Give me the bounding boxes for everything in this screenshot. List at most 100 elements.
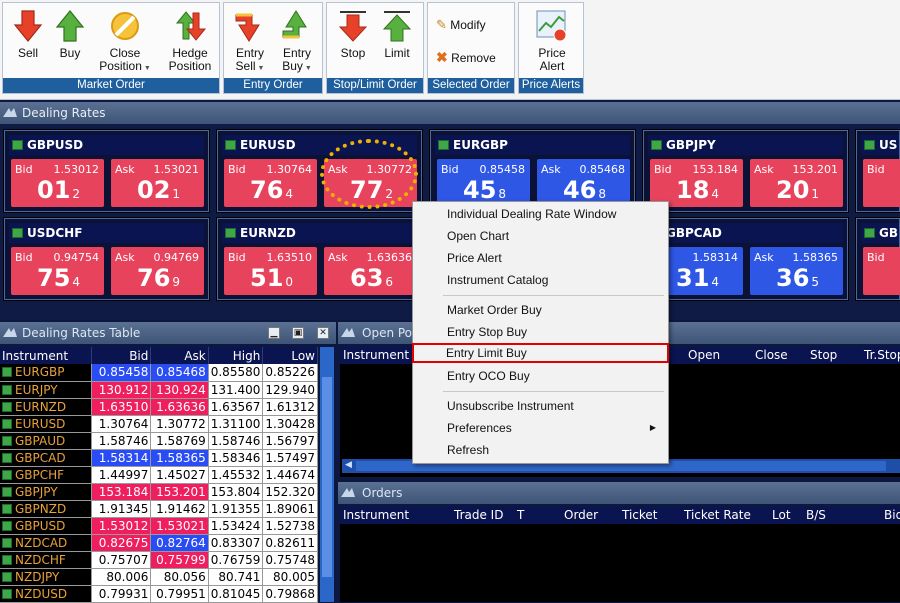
table-row[interactable]: EURUSD 1.30764 1.30772 1.31100 1.30428 bbox=[0, 415, 318, 433]
cell-low[interactable]: 1.52738 bbox=[262, 517, 318, 535]
col-low[interactable]: Low bbox=[262, 347, 318, 364]
checkbox-icon[interactable] bbox=[2, 452, 12, 463]
cell-low[interactable]: 1.57497 bbox=[262, 449, 318, 467]
col-instrument[interactable]: Instrument bbox=[0, 347, 93, 364]
cell-instrument[interactable]: EURGBP bbox=[0, 364, 93, 382]
rate-tile-gbpusd[interactable]: GBPUSD Bid 1.53012 01 2 Ask 1.53021 02 1 bbox=[3, 129, 210, 213]
checkbox-icon[interactable] bbox=[2, 384, 12, 395]
menu-item-open-chart[interactable]: Open Chart bbox=[415, 226, 666, 246]
cell-ask[interactable]: 1.63636 bbox=[150, 398, 209, 416]
cell-high[interactable]: 0.85580 bbox=[208, 364, 264, 382]
cell-high[interactable]: 131.400 bbox=[208, 381, 264, 399]
checkbox-icon[interactable] bbox=[2, 571, 12, 582]
cell-high[interactable]: 153.804 bbox=[208, 483, 264, 501]
bid-quote-button[interactable]: Bid 153.184 18 4 bbox=[650, 159, 743, 207]
rates-table-scrollbar[interactable] bbox=[320, 347, 334, 602]
rate-tile-usdchf[interactable]: USDCHF Bid 0.94754 75 4 Ask 0.94769 76 9 bbox=[3, 217, 210, 301]
entry-sell-button[interactable]: Entry Sell ▼ bbox=[230, 9, 270, 75]
bid-quote-button[interactable]: Bid bbox=[863, 159, 900, 207]
cell-low[interactable]: 1.56797 bbox=[262, 432, 318, 450]
ask-quote-button[interactable]: Ask 0.85468 46 8 bbox=[537, 159, 630, 207]
rate-tile-partial-right-2[interactable]: GB Bid bbox=[855, 217, 900, 301]
cell-ask[interactable]: 1.45027 bbox=[150, 466, 209, 484]
menu-item-individual-window[interactable]: Individual Dealing Rate Window bbox=[415, 204, 666, 224]
ask-quote-button[interactable]: Ask 1.63636 63 6 bbox=[324, 247, 417, 295]
col-bid[interactable]: Bid bbox=[91, 347, 152, 364]
menu-item-entry-oco-buy[interactable]: Entry OCO Buy bbox=[415, 366, 666, 386]
cell-bid[interactable]: 1.44997 bbox=[91, 466, 152, 484]
cell-high[interactable]: 80.741 bbox=[208, 568, 264, 586]
cell-bid[interactable]: 1.58314 bbox=[91, 449, 152, 467]
ask-quote-button[interactable]: Ask 153.201 20 1 bbox=[750, 159, 843, 207]
col-close[interactable]: Close bbox=[755, 347, 788, 364]
cell-high[interactable]: 1.91355 bbox=[208, 500, 264, 518]
col-ticket-rate[interactable]: Ticket Rate bbox=[684, 507, 751, 524]
cell-instrument[interactable]: GBPCHF bbox=[0, 466, 93, 484]
entry-buy-button[interactable]: Entry Buy ▼ bbox=[276, 9, 318, 75]
cell-ask[interactable]: 1.30772 bbox=[150, 415, 209, 433]
col-instrument[interactable]: Instrument bbox=[343, 347, 409, 364]
col-bs[interactable]: B/S bbox=[806, 507, 826, 524]
scroll-left-icon[interactable]: ◀ bbox=[345, 460, 352, 470]
cell-ask[interactable]: 0.82764 bbox=[150, 534, 209, 552]
cell-ask[interactable]: 0.79951 bbox=[150, 585, 209, 603]
ask-quote-button[interactable]: Ask 1.53021 02 1 bbox=[111, 159, 204, 207]
col-high[interactable]: High bbox=[208, 347, 264, 364]
bid-quote-button[interactable]: Bid 0.94754 75 4 bbox=[11, 247, 104, 295]
cell-bid[interactable]: 0.75707 bbox=[91, 551, 152, 569]
cell-high[interactable]: 1.63567 bbox=[208, 398, 264, 416]
table-row[interactable]: NZDUSD 0.79931 0.79951 0.81045 0.79868 bbox=[0, 585, 318, 603]
cell-low[interactable]: 152.320 bbox=[262, 483, 318, 501]
cell-low[interactable]: 1.30428 bbox=[262, 415, 318, 433]
bid-quote-button[interactable]: Bid 0.85458 45 8 bbox=[437, 159, 530, 207]
cell-instrument[interactable]: GBPJPY bbox=[0, 483, 93, 501]
table-row[interactable]: EURGBP 0.85458 0.85468 0.85580 0.85226 bbox=[0, 364, 318, 382]
cell-bid[interactable]: 1.53012 bbox=[91, 517, 152, 535]
buy-button[interactable]: Buy bbox=[53, 9, 87, 60]
cell-high[interactable]: 0.83307 bbox=[208, 534, 264, 552]
table-row[interactable]: NZDCAD 0.82675 0.82764 0.83307 0.82611 bbox=[0, 534, 318, 552]
cell-ask[interactable]: 1.91462 bbox=[150, 500, 209, 518]
menu-item-preferences[interactable]: Preferences ▶ bbox=[415, 418, 666, 438]
cell-low[interactable]: 1.61312 bbox=[262, 398, 318, 416]
minimize-icon[interactable]: ▁ bbox=[268, 327, 280, 339]
modify-button[interactable]: ✎ Modify bbox=[436, 17, 486, 33]
cell-bid[interactable]: 1.58746 bbox=[91, 432, 152, 450]
price-alert-button[interactable]: Price Alert bbox=[529, 9, 575, 73]
col-type[interactable]: T bbox=[517, 507, 524, 524]
col-trade-id[interactable]: Trade ID bbox=[454, 507, 503, 524]
checkbox-icon[interactable] bbox=[2, 367, 12, 378]
cell-bid[interactable]: 0.82675 bbox=[91, 534, 152, 552]
checkbox-icon[interactable] bbox=[2, 503, 12, 514]
menu-item-unsubscribe[interactable]: Unsubscribe Instrument bbox=[415, 396, 666, 416]
table-row[interactable]: GBPUSD 1.53012 1.53021 1.53424 1.52738 bbox=[0, 517, 318, 535]
menu-item-refresh[interactable]: Refresh bbox=[415, 440, 666, 460]
cell-ask[interactable]: 0.75799 bbox=[150, 551, 209, 569]
col-lot[interactable]: Lot bbox=[772, 507, 791, 524]
table-row[interactable]: EURJPY 130.912 130.924 131.400 129.940 bbox=[0, 381, 318, 399]
cell-instrument[interactable]: NZDCHF bbox=[0, 551, 93, 569]
cell-instrument[interactable]: GBPCAD bbox=[0, 449, 93, 467]
close-position-button[interactable]: Close Position ▼ bbox=[95, 9, 155, 75]
menu-item-price-alert[interactable]: Price Alert bbox=[415, 248, 666, 268]
bid-quote-button[interactable]: Bid 1.53012 01 2 bbox=[11, 159, 104, 207]
hedge-position-button[interactable]: Hedge Position bbox=[161, 9, 219, 73]
cell-instrument[interactable]: EURUSD bbox=[0, 415, 93, 433]
cell-ask[interactable]: 1.53021 bbox=[150, 517, 209, 535]
checkbox-icon[interactable] bbox=[2, 588, 12, 599]
cell-instrument[interactable]: NZDCAD bbox=[0, 534, 93, 552]
cell-bid[interactable]: 0.79931 bbox=[91, 585, 152, 603]
limit-button[interactable]: Limit bbox=[379, 9, 415, 60]
cell-bid[interactable]: 1.91345 bbox=[91, 500, 152, 518]
bid-quote-button[interactable]: Bid 1.30764 76 4 bbox=[224, 159, 317, 207]
cell-high[interactable]: 1.58746 bbox=[208, 432, 264, 450]
cell-bid[interactable]: 80.006 bbox=[91, 568, 152, 586]
rate-tile-gbpcad[interactable]: GBPCAD 1.58314 31 4 Ask 1.58365 36 5 bbox=[642, 217, 849, 301]
cell-bid[interactable]: 130.912 bbox=[91, 381, 152, 399]
col-ask[interactable]: Ask bbox=[150, 347, 209, 364]
cell-bid[interactable]: 153.184 bbox=[91, 483, 152, 501]
maximize-icon[interactable]: ▣ bbox=[292, 327, 304, 339]
cell-high[interactable]: 1.31100 bbox=[208, 415, 264, 433]
cell-bid[interactable]: 0.85458 bbox=[91, 364, 152, 382]
col-stop[interactable]: Stop bbox=[810, 347, 837, 364]
